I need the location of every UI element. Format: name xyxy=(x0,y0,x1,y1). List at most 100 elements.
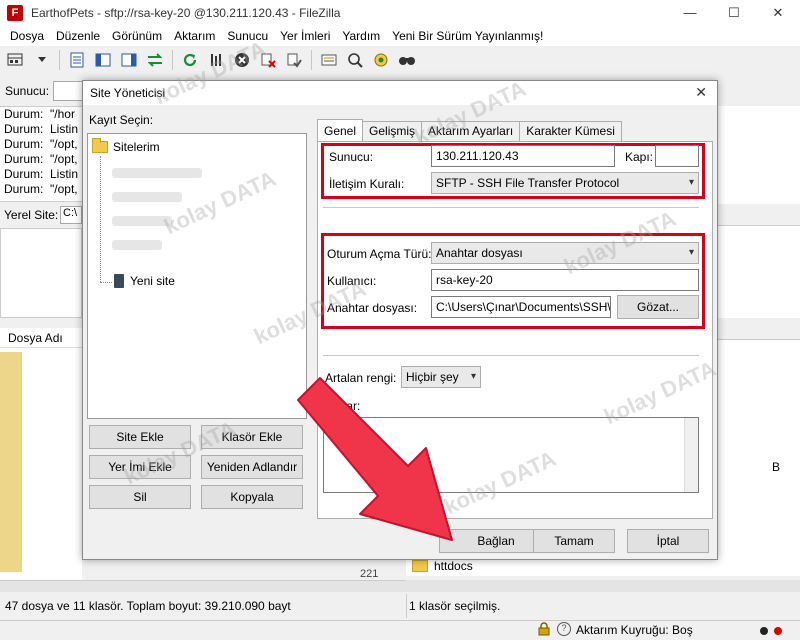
tab-general[interactable]: Genel xyxy=(317,119,364,141)
local-horizontal-scrollbar[interactable] xyxy=(0,580,406,592)
protocol-label: İletişim Kuralı: xyxy=(329,177,405,191)
redacted-site xyxy=(112,240,162,250)
keyfile-label: Anahtar dosyası: xyxy=(327,301,418,315)
quickconnect-host-label: Sunucu: xyxy=(5,84,50,98)
port-input[interactable] xyxy=(655,145,699,167)
cancel-button[interactable]: İptal xyxy=(627,529,709,553)
bg-color-value: Hiçbir şey xyxy=(406,370,459,384)
bg-color-select[interactable]: Hiçbir şey ▾ xyxy=(401,366,481,388)
logon-type-value: Anahtar dosyası xyxy=(436,246,523,260)
activity-led-icon xyxy=(774,627,782,635)
remote-status: 1 klasör seçilmiş. xyxy=(406,594,800,618)
tab-charset[interactable]: Karakter Kümesi xyxy=(519,121,622,141)
toolbar-separator xyxy=(311,50,312,70)
close-button[interactable]: ✕ xyxy=(756,0,800,26)
divider xyxy=(323,207,699,208)
site-manager-icon[interactable] xyxy=(4,49,28,71)
computer-icon xyxy=(114,274,124,288)
notes-label: Notlar: xyxy=(325,399,361,413)
local-status: 47 dosya ve 11 klasör. Toplam boyut: 39.… xyxy=(0,594,406,618)
tab-transfer-settings[interactable]: Aktarım Ayarları xyxy=(421,121,521,141)
transfer-queue-label: Aktarım Kuyruğu: Boş xyxy=(576,623,693,637)
select-entry-label: Kayıt Seçin: xyxy=(89,113,154,127)
remote-column-header: B xyxy=(772,460,781,474)
reconnect-icon[interactable] xyxy=(282,49,306,71)
toolbar xyxy=(0,46,800,74)
chevron-down-icon: ▾ xyxy=(688,247,694,258)
title-bar: F EarthofPets - sftp://rsa-key-20 @130.2… xyxy=(0,0,800,26)
process-queue-icon[interactable] xyxy=(204,49,228,71)
refresh-icon[interactable] xyxy=(178,49,202,71)
logon-type-select[interactable]: Anahtar dosyası ▾ xyxy=(431,242,699,264)
protocol-value: SFTP - SSH File Transfer Protocol xyxy=(436,176,620,190)
directory-listing-filter-icon[interactable] xyxy=(317,49,341,71)
remote-site-bar xyxy=(716,204,800,226)
menu-server[interactable]: Sunucu xyxy=(221,29,274,43)
chevron-down-icon: ▾ xyxy=(688,177,694,188)
user-input[interactable]: rsa-key-20 xyxy=(431,269,699,291)
user-label: Kullanıcı: xyxy=(327,274,377,288)
toolbar-separator xyxy=(59,50,60,70)
tree-root-item[interactable]: Sitelerim xyxy=(92,138,160,154)
host-input[interactable]: 130.211.120.43 xyxy=(431,145,615,167)
folder-icon xyxy=(412,560,428,572)
folder-icon xyxy=(92,138,108,153)
minimize-button[interactable]: — xyxy=(668,0,712,26)
toggle-remote-tree-icon[interactable] xyxy=(117,49,141,71)
lock-icon xyxy=(537,622,551,636)
menu-transfer[interactable]: Aktarım xyxy=(168,29,221,43)
dialog-title-bar: Site Yöneticisi ✕ xyxy=(83,81,717,105)
browse-button[interactable]: Gözat... xyxy=(617,295,699,319)
maximize-button[interactable]: ☐ xyxy=(712,0,756,26)
tab-advanced[interactable]: Gelişmiş xyxy=(362,121,423,141)
toolbar-separator xyxy=(172,50,173,70)
cancel-operation-icon[interactable] xyxy=(230,49,254,71)
redacted-site xyxy=(112,192,182,202)
local-file-list[interactable] xyxy=(0,348,82,588)
file-icon-column xyxy=(0,352,22,572)
add-folder-button[interactable]: Klasör Ekle xyxy=(201,425,303,449)
logon-type-label: Oturum Açma Türü: xyxy=(327,247,432,261)
remote-horizontal-scrollbar[interactable] xyxy=(406,580,800,592)
bg-color-label: Artalan rengi: xyxy=(325,371,397,385)
remote-file-header xyxy=(716,318,800,340)
menu-view[interactable]: Görünüm xyxy=(106,29,168,43)
local-file-name-header[interactable]: Dosya Adı xyxy=(0,328,82,348)
add-site-button[interactable]: Site Ekle xyxy=(89,425,191,449)
delete-button[interactable]: Sil xyxy=(89,485,191,509)
add-bookmark-button[interactable]: Yer İmi Ekle xyxy=(89,455,191,479)
keyfile-input[interactable]: C:\Users\Çınar\Documents\SSH\s xyxy=(431,296,611,318)
menu-bookmarks[interactable]: Yer İmleri xyxy=(274,29,336,43)
menu-help[interactable]: Yardım xyxy=(336,29,386,43)
toggle-queue-icon[interactable] xyxy=(143,49,167,71)
menu-bar: Dosya Düzenle Görünüm Aktarım Sunucu Yer… xyxy=(0,26,800,46)
dialog-close-button[interactable]: ✕ xyxy=(695,84,707,101)
tree-connector xyxy=(100,156,101,282)
toggle-local-tree-icon[interactable] xyxy=(91,49,115,71)
dropdown-arrow-icon[interactable] xyxy=(30,49,54,71)
copy-button[interactable]: Kopyala xyxy=(201,485,303,509)
sync-browsing-icon[interactable] xyxy=(369,49,393,71)
redacted-site xyxy=(112,168,202,178)
local-directory-tree[interactable] xyxy=(0,228,82,318)
filezilla-icon: F xyxy=(7,5,23,21)
compare-directories-icon[interactable] xyxy=(343,49,367,71)
site-tree[interactable]: Sitelerim Yeni site xyxy=(87,133,307,419)
search-files-icon[interactable] xyxy=(395,49,419,71)
tree-item-new-site[interactable]: Yeni site xyxy=(114,274,175,288)
menu-file[interactable]: Dosya xyxy=(4,29,50,43)
notes-textarea[interactable] xyxy=(323,417,699,493)
remote-folder-name: httdocs xyxy=(434,559,473,573)
tree-root-label: Sitelerim xyxy=(113,140,160,154)
menu-edit[interactable]: Düzenle xyxy=(50,29,106,43)
ok-button[interactable]: Tamam xyxy=(533,529,615,553)
local-site-input[interactable]: C:\ xyxy=(60,206,82,224)
menu-new-version[interactable]: Yeni Bir Sürüm Yayınlanmış! xyxy=(386,29,549,43)
help-icon[interactable]: ? xyxy=(557,622,571,636)
toggle-log-icon[interactable] xyxy=(65,49,89,71)
disconnect-icon[interactable] xyxy=(256,49,280,71)
divider xyxy=(323,355,699,356)
protocol-select[interactable]: SFTP - SSH File Transfer Protocol ▾ xyxy=(431,172,699,194)
notes-scrollbar[interactable] xyxy=(684,418,698,492)
rename-button[interactable]: Yeniden Adlandır xyxy=(201,455,303,479)
